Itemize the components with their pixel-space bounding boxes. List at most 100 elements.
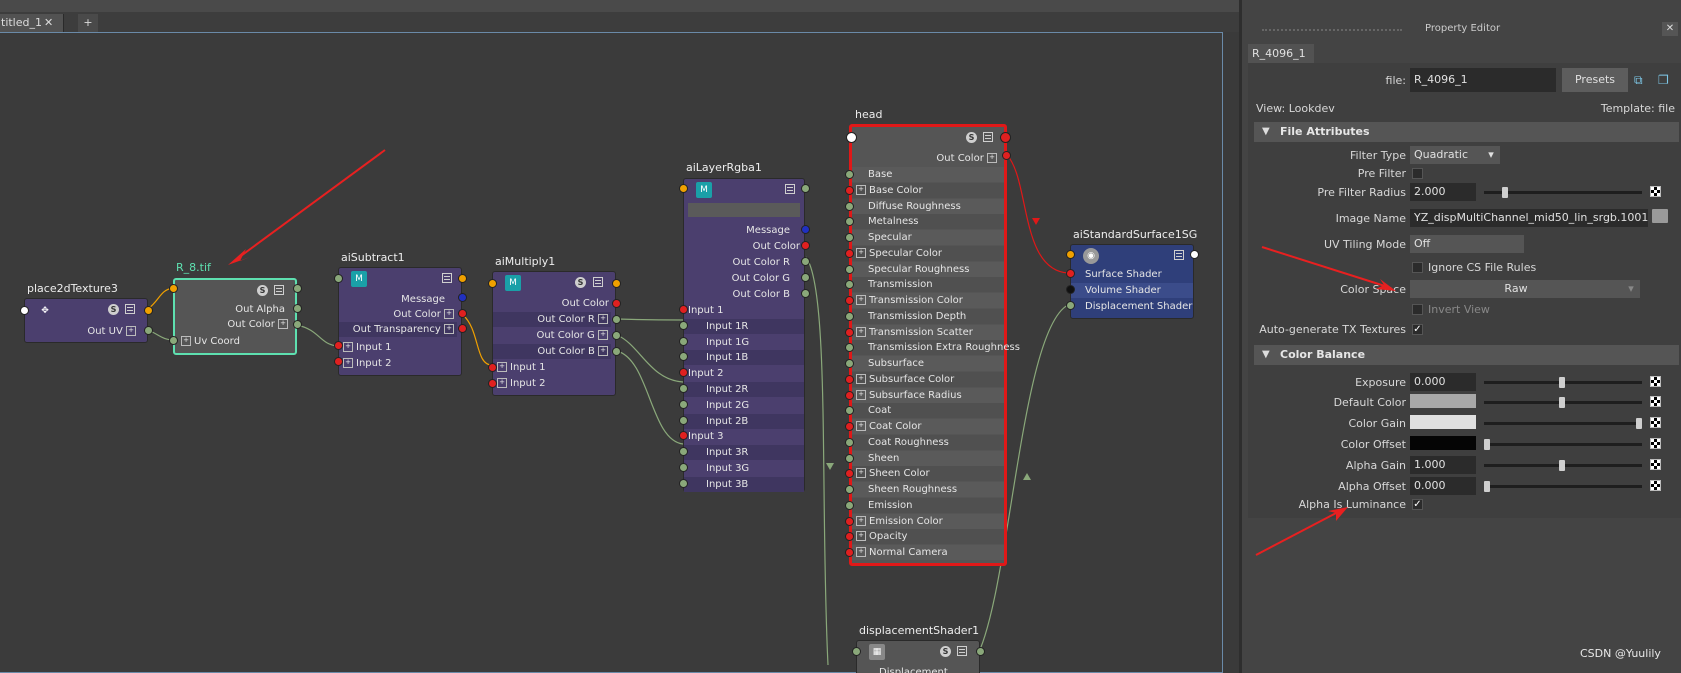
slider-handle[interactable] <box>1484 439 1490 450</box>
pre-filter-radius-field[interactable]: 2.000 <box>1410 183 1476 201</box>
node-output-port[interactable] <box>976 647 985 656</box>
input-2-port[interactable] <box>488 379 497 388</box>
layer-input-row[interactable]: Input 2 <box>688 366 723 381</box>
layer-input-row[interactable]: Input 1B <box>684 350 804 366</box>
head-input-row[interactable]: + Sheen Color <box>852 466 1004 482</box>
file-texture-node[interactable]: S Out Alpha Out Color + + Uv Coord <box>173 278 297 355</box>
layer-input-port[interactable] <box>679 463 688 472</box>
swatch-toggle-icon[interactable]: S <box>966 132 977 143</box>
head-input-row[interactable]: Emission <box>852 497 1004 513</box>
head-input-port[interactable] <box>845 548 854 557</box>
port-uv-coord[interactable]: + Uv Coord <box>181 334 240 349</box>
out-color-port[interactable] <box>1002 151 1011 160</box>
node-output-port[interactable] <box>612 279 621 288</box>
slider-handle[interactable] <box>1636 418 1642 429</box>
color-gain-swatch[interactable] <box>1410 415 1476 429</box>
node-output-port[interactable] <box>144 306 153 315</box>
node-output-port[interactable] <box>1000 132 1011 143</box>
head-input-row[interactable]: Specular Roughness <box>852 261 1004 277</box>
color-offset-slider[interactable] <box>1484 443 1642 446</box>
swatch-toggle-icon[interactable]: S <box>940 646 951 657</box>
port-input-2[interactable]: + Input 2 <box>343 356 391 371</box>
auto-tx-checkbox[interactable]: ✓ <box>1412 324 1423 335</box>
head-input-row[interactable]: + Transmission Scatter <box>852 324 1004 340</box>
port-message[interactable]: Message <box>401 292 445 307</box>
layer-output-port[interactable] <box>801 257 810 266</box>
close-icon[interactable]: ✕ <box>44 14 53 32</box>
attribute-list-icon[interactable] <box>442 273 452 283</box>
uv-coord-port[interactable] <box>169 336 178 345</box>
port-input-2[interactable]: + Input 2 <box>497 376 545 391</box>
attribute-list-icon[interactable] <box>274 285 284 295</box>
layer-input-row[interactable]: Input 1R <box>684 318 804 334</box>
expand-icon[interactable]: + <box>856 547 866 557</box>
node-output-port[interactable] <box>293 284 302 293</box>
node-input-port[interactable] <box>846 132 857 143</box>
presets-button[interactable]: Presets <box>1562 68 1628 92</box>
layer-input-port[interactable] <box>679 336 688 346</box>
layer-input-row[interactable]: Input 2B <box>684 413 804 429</box>
layer-output-row[interactable]: Out Color B <box>733 287 790 302</box>
filter-type-dropdown[interactable]: Quadratic <box>1410 146 1482 164</box>
head-input-row[interactable]: Sheen <box>852 450 1004 466</box>
displacement-shader-port[interactable] <box>1066 301 1075 310</box>
tab-untitled[interactable]: titled_1 ✕ <box>0 14 64 32</box>
head-input-row[interactable]: Specular <box>852 230 1004 245</box>
attribute-list-icon[interactable] <box>957 646 967 656</box>
ai-multiply-node[interactable]: M S Out Color Out Color R + Out Color G … <box>492 271 616 396</box>
layer-output-row[interactable]: Message <box>746 223 790 238</box>
file-attributes-header[interactable]: ▼ File Attributes <box>1254 122 1679 142</box>
head-shader-node[interactable]: S Out Color + Base + Base Color Diffuse Rou… <box>849 124 1020 566</box>
folder-icon[interactable] <box>1652 209 1668 223</box>
layer-input-row[interactable]: Input 1 <box>688 303 723 318</box>
input-1-port[interactable] <box>488 363 497 372</box>
port-out-color[interactable]: Out Color + <box>227 317 291 332</box>
alpha-offset-slider[interactable] <box>1484 485 1642 488</box>
head-input-row[interactable]: + Transmission Color <box>852 293 1004 308</box>
expand-icon[interactable]: + <box>856 373 866 384</box>
node-input-port[interactable] <box>169 284 178 293</box>
expand-icon[interactable]: + <box>856 326 866 337</box>
map-button-icon[interactable] <box>1650 459 1661 470</box>
node-input-port[interactable] <box>1066 250 1075 259</box>
attribute-list-icon[interactable] <box>983 132 993 142</box>
layer-output-row[interactable]: Out Color G <box>732 271 790 286</box>
port-out-color[interactable]: Out Color + <box>393 307 457 322</box>
head-input-port[interactable] <box>845 422 854 431</box>
layer-input-row[interactable]: Input 3G <box>706 461 749 476</box>
node-output-port[interactable] <box>1190 250 1199 259</box>
layer-input-row[interactable]: Input 2R <box>684 382 804 397</box>
layer-input-port[interactable] <box>679 384 688 393</box>
color-balance-header[interactable]: ▼ Color Balance <box>1254 345 1679 365</box>
layer-input-row[interactable]: Input 3 <box>688 429 723 444</box>
exposure-field[interactable]: 0.000 <box>1410 373 1476 391</box>
node-editor[interactable]: titled_1 ✕ + place2dTexture3 ✥ S Out UV … <box>0 0 1242 673</box>
port-out-transparency[interactable]: Out Transparency + <box>339 322 457 337</box>
map-button-icon[interactable] <box>1650 480 1661 491</box>
head-input-row[interactable]: Metalness <box>852 214 1004 230</box>
swatch-toggle-icon[interactable]: S <box>257 285 268 296</box>
port-out-color-b[interactable]: Out Color B + <box>493 344 611 359</box>
node-input-port[interactable] <box>852 647 861 656</box>
alpha-offset-field[interactable]: 0.000 <box>1410 477 1476 495</box>
head-input-port[interactable] <box>845 170 854 179</box>
swatch-toggle-icon[interactable]: S <box>575 277 586 288</box>
port-out-color-g[interactable]: Out Color G + <box>536 328 611 343</box>
port-surface-shader[interactable]: Surface Shader <box>1085 267 1162 282</box>
add-tab-button[interactable]: + <box>78 14 98 32</box>
chevron-down-icon[interactable]: ▾ <box>1622 280 1640 298</box>
head-input-port[interactable] <box>845 453 854 463</box>
float-panel-icon[interactable]: ❐ <box>1658 73 1672 87</box>
port-input-1[interactable]: + Input 1 <box>343 340 391 355</box>
head-input-port[interactable] <box>845 374 854 384</box>
head-input-row[interactable]: Transmission Depth <box>852 308 1004 324</box>
layer-input-row[interactable]: Input 3B <box>684 476 804 492</box>
expand-icon[interactable]: + <box>856 515 866 526</box>
head-input-port[interactable] <box>845 264 854 274</box>
head-input-port[interactable] <box>845 500 854 510</box>
layer-output-row[interactable]: Out Color R <box>732 255 790 270</box>
head-input-row[interactable]: Subsurface <box>852 356 1004 371</box>
out-color-r-port[interactable] <box>612 315 621 324</box>
out-transparency-port[interactable] <box>458 324 467 333</box>
image-name-field[interactable]: YZ_dispMultiChannel_mid50_lin_srgb.1001.… <box>1410 209 1648 227</box>
